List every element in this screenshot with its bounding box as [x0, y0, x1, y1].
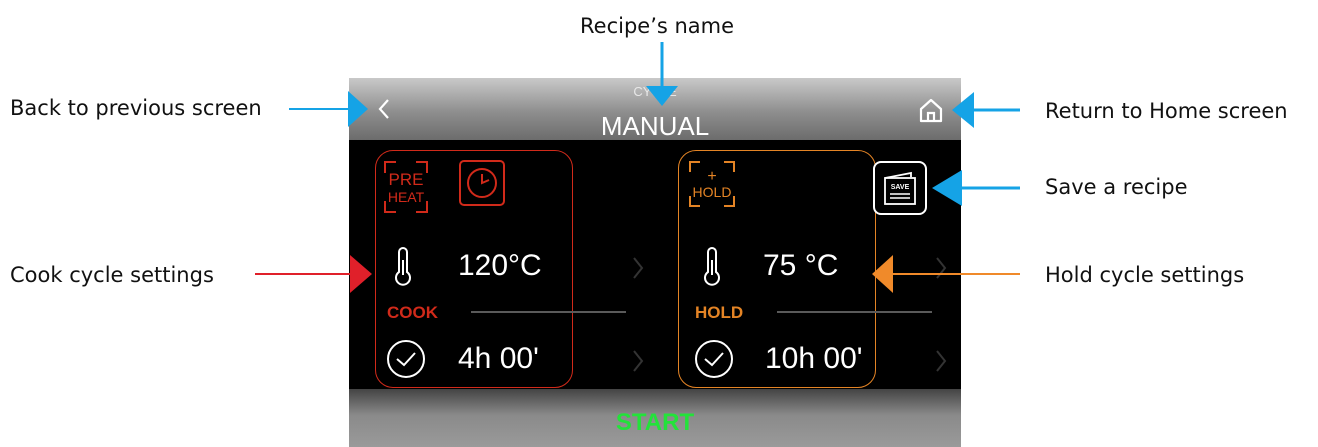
hold-icon[interactable]: + HOLD	[689, 161, 735, 207]
hold-separator	[777, 311, 932, 313]
preheat-icon[interactable]: PRE HEAT	[384, 161, 428, 213]
start-button[interactable]: START	[349, 409, 961, 437]
cook-cycle-panel: PRE HEAT 120°C COOK 4h 00'	[375, 150, 573, 388]
home-icon[interactable]	[917, 96, 945, 124]
cook-time-value[interactable]: 4h 00'	[458, 342, 539, 376]
oven-screen: CYCLE MANUAL PRE HEAT 120°C COOK 4h 00' …	[349, 78, 961, 447]
callout-hold: Hold cycle settings	[1045, 263, 1245, 287]
callout-recipe-name: Recipe’s name	[580, 14, 735, 38]
hold-label: HOLD	[695, 303, 744, 322]
thermometer-icon	[704, 247, 720, 286]
preheat-top-text: PRE	[389, 170, 424, 189]
thermometer-icon	[395, 247, 411, 286]
cook-time-chevron-icon[interactable]	[631, 348, 645, 374]
hold-time-value[interactable]: 10h 00'	[765, 342, 863, 376]
header-bar: CYCLE MANUAL	[349, 78, 961, 141]
save-recipe-button[interactable]: SAVE	[873, 161, 927, 215]
delayed-start-icon[interactable]	[459, 160, 505, 206]
clock-icon	[387, 340, 425, 378]
cook-label: COOK	[387, 303, 438, 322]
save-book-icon: SAVE	[884, 171, 916, 205]
hold-icon-text: HOLD	[693, 184, 732, 200]
footer-bar: START	[349, 389, 961, 447]
recipe-subtitle: CYCLE	[633, 84, 677, 99]
hold-temperature-value[interactable]: 75 °C	[763, 249, 838, 283]
save-label: SAVE	[891, 184, 910, 191]
cook-temperature-value[interactable]: 120°C	[458, 249, 542, 283]
recipe-title: MANUAL	[600, 111, 710, 141]
hold-time-chevron-icon[interactable]	[934, 348, 948, 374]
preheat-bottom-text: HEAT	[388, 189, 425, 205]
hold-temperature-chevron-icon[interactable]	[934, 255, 948, 281]
cook-temperature-chevron-icon[interactable]	[631, 255, 645, 281]
callout-back: Back to previous screen	[10, 96, 262, 120]
callout-save: Save a recipe	[1045, 175, 1188, 199]
callout-cook: Cook cycle settings	[10, 263, 214, 287]
hold-cycle-panel: + HOLD 75 °C HOLD 10h 00'	[678, 150, 876, 388]
clock-icon	[695, 340, 733, 378]
callout-home: Return to Home screen	[1045, 99, 1288, 123]
hold-plus-text: +	[707, 168, 716, 185]
cook-separator	[471, 311, 626, 313]
